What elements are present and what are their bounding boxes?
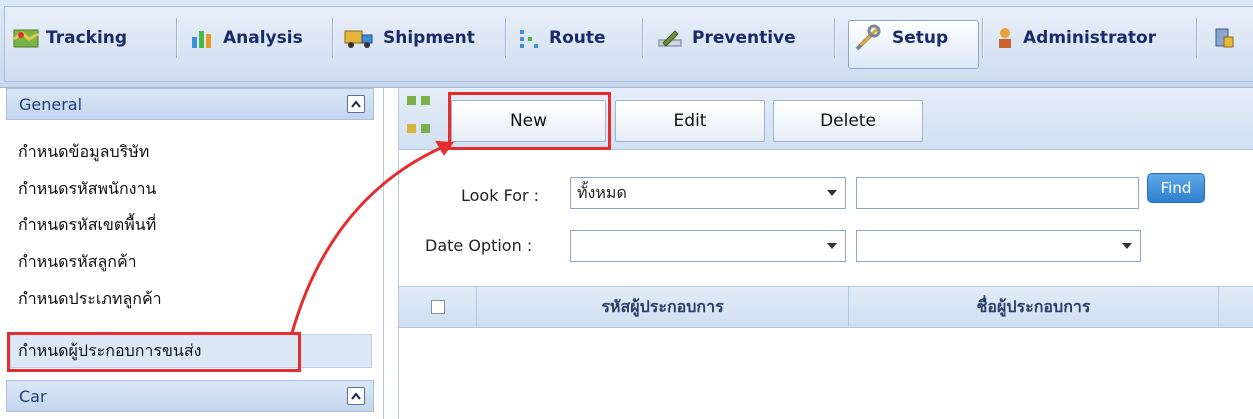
nav-item-more[interactable] [1214, 14, 1243, 62]
bar-chart-icon [190, 27, 214, 49]
nav-item-shipment[interactable]: Shipment [344, 14, 475, 62]
nav-label: Administrator [1023, 28, 1157, 48]
expand-icon[interactable] [407, 96, 416, 105]
main-panel: New Edit Delete Look For : ทั้งหมด Find … [398, 88, 1253, 419]
find-button[interactable]: Find [1147, 173, 1205, 203]
user-icon [996, 27, 1014, 49]
section-title: Car [19, 386, 47, 406]
truck-icon [344, 27, 374, 49]
grid-header: รหัสผู้ประกอบการ ชื่อผู้ประกอบการ [399, 286, 1253, 328]
edit-button[interactable]: Edit [615, 100, 765, 142]
nav-divider [834, 18, 836, 58]
sidebar-section-car[interactable]: Car [6, 380, 374, 412]
select-all-cell [399, 287, 477, 327]
nav-label: Shipment [383, 28, 475, 48]
nav-label: Analysis [223, 28, 303, 48]
tools-icon [853, 23, 883, 53]
dropdown-arrow-icon [827, 190, 837, 196]
search-input[interactable] [856, 177, 1139, 209]
sidebar-item-company[interactable]: กำหนดข้อมูลบริษัท [18, 140, 149, 165]
look-for-value: ทั้งหมด [577, 182, 627, 202]
date-option-select[interactable] [570, 230, 846, 262]
delete-button[interactable]: Delete [773, 100, 923, 142]
expand-icon[interactable] [421, 96, 430, 105]
chevron-up-icon [351, 100, 361, 108]
sidebar-item-customer-type[interactable]: กำหนดประเภทลูกค้า [18, 287, 162, 312]
document-icon [1214, 27, 1234, 49]
date-option-label: Date Option : [425, 236, 533, 255]
nav-label: Tracking [46, 28, 128, 48]
nav-item-setup[interactable]: Setup [853, 14, 948, 62]
collapse-button[interactable] [347, 95, 365, 113]
top-navigation-bar: Tracking Analysis Shipment Route Prevent… [0, 0, 1253, 88]
nav-label: Setup [892, 28, 949, 48]
chevron-up-icon [351, 392, 361, 400]
new-button[interactable]: New [451, 100, 606, 142]
column-header-carrier-code[interactable]: รหัสผู้ประกอบการ [477, 287, 849, 327]
route-icon [518, 27, 540, 49]
column-header-carrier-name[interactable]: ชื่อผู้ประกอบการ [849, 287, 1219, 327]
nav-divider [176, 18, 178, 58]
nav-divider [982, 18, 984, 58]
toolbar: New Edit Delete [399, 88, 1253, 150]
dropdown-arrow-icon [827, 243, 837, 249]
sidebar: General กำหนดข้อมูลบริษัท กำหนดรหัสพนักง… [0, 88, 384, 419]
nav-item-tracking[interactable]: Tracking [13, 14, 127, 62]
section-title: General [19, 94, 83, 114]
nav-divider [332, 18, 334, 58]
date-range-select[interactable] [856, 230, 1141, 262]
nav-label: Route [549, 28, 606, 48]
nav-label: Preventive [692, 28, 796, 48]
collapse-button[interactable] [347, 387, 365, 405]
select-all-checkbox[interactable] [430, 300, 445, 314]
look-for-select[interactable]: ทั้งหมด [570, 177, 846, 209]
sidebar-item-label: กำหนดผู้ประกอบการขนส่ง [18, 340, 202, 360]
collapse-icon[interactable] [421, 124, 430, 133]
nav-item-analysis[interactable]: Analysis [190, 14, 303, 62]
nav-item-route[interactable]: Route [518, 14, 606, 62]
sidebar-item-customer[interactable]: กำหนดรหัสลูกค้า [18, 250, 137, 275]
sidebar-item-carrier[interactable]: กำหนดผู้ประกอบการขนส่ง [10, 334, 372, 368]
collapse-icon[interactable] [407, 124, 416, 133]
nav-item-preventive[interactable]: Preventive [657, 14, 796, 62]
nav-item-administrator[interactable]: Administrator [996, 14, 1156, 62]
look-for-label: Look For : [461, 186, 540, 205]
dropdown-arrow-icon [1122, 243, 1132, 249]
nav-divider [505, 18, 507, 58]
nav-divider [642, 18, 644, 58]
sidebar-item-employee[interactable]: กำหนดรหัสพนักงาน [18, 177, 156, 202]
wrench-pencil-icon [657, 27, 683, 49]
map-icon [13, 27, 39, 49]
sidebar-item-zone[interactable]: กำหนดรหัสเขตพื้นที่ [18, 213, 156, 238]
nav-divider [1196, 18, 1198, 58]
sidebar-section-general[interactable]: General [6, 88, 374, 120]
